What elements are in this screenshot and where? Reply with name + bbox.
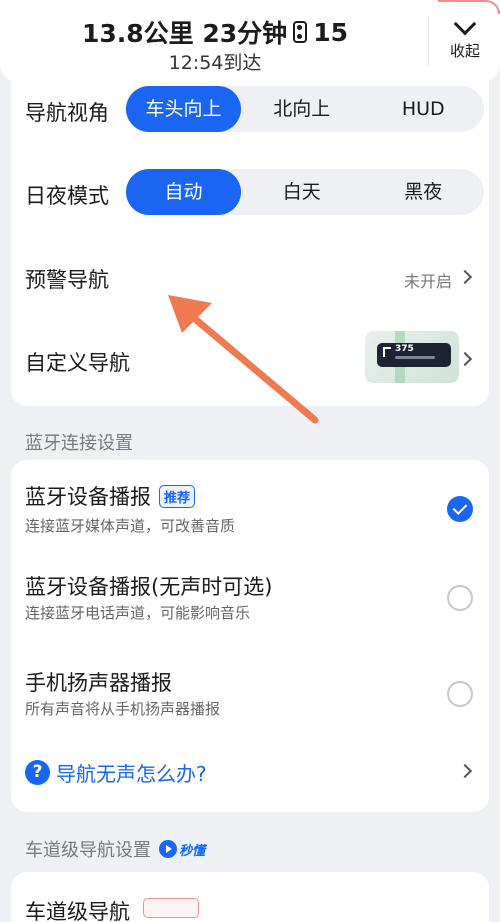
chevron-right-icon	[457, 351, 473, 367]
bt-option-title-text: 蓝牙设备播报	[25, 485, 151, 509]
bt-option-subtitle: 连接蓝牙媒体声道，可改善音质	[25, 517, 236, 535]
distance-time: 13.8公里 23分钟	[82, 19, 288, 48]
bluetooth-card: 蓝牙设备播报 推荐 连接蓝牙媒体声道，可改善音质 蓝牙设备播报(无声时可选) 连…	[11, 460, 489, 812]
turn-left-icon	[383, 347, 391, 357]
bt-option-title: 蓝牙设备播报(无声时可选)	[25, 575, 273, 599]
checkbox-checked-icon[interactable]	[447, 496, 473, 522]
custom-nav-preview-image: 375	[365, 331, 459, 383]
route-summary: 13.8公里 23分钟 15	[0, 14, 430, 50]
bluetooth-section-title: 蓝牙连接设置	[25, 433, 133, 454]
day-night-label: 日夜模式	[25, 184, 109, 208]
play-icon	[159, 840, 177, 858]
nav-view-segmented: 车头向上 北向上 HUD	[126, 86, 484, 132]
route-header: 13.8公里 23分钟 15 12:54到达 收起	[0, 0, 500, 82]
lane-nav-badge	[143, 898, 199, 918]
chevron-down-icon	[453, 12, 477, 36]
warning-nav-status: 未开启	[404, 272, 453, 291]
traffic-light-icon	[293, 21, 308, 43]
day-night-option-day[interactable]: 白天	[241, 169, 363, 215]
traffic-light-count: 15	[313, 17, 348, 47]
preview-distance: 375	[395, 344, 414, 354]
bt-option-title: 蓝牙设备播报 推荐	[25, 481, 196, 511]
collapse-label: 收起	[449, 42, 480, 60]
nav-view-label: 导航视角	[25, 101, 109, 125]
chevron-right-icon	[457, 763, 473, 779]
help-link: ? 导航无声怎么办?	[25, 758, 207, 787]
nav-view-option-heading-up[interactable]: 车头向上	[126, 86, 241, 132]
collapse-button[interactable]: 收起	[430, 12, 500, 72]
bt-option-phone[interactable]: 蓝牙设备播报(无声时可选) 连接蓝牙电话声道，可能影响音乐	[11, 554, 489, 642]
lane-section-title-text: 车道级导航设置	[25, 840, 151, 861]
lane-card: 车道级导航	[11, 872, 489, 922]
preview-text-line	[395, 356, 435, 359]
quick-guide-label: 秒懂	[179, 843, 206, 859]
bt-option-subtitle: 连接蓝牙电话声道，可能影响音乐	[25, 604, 251, 622]
custom-nav-label: 自定义导航	[25, 351, 130, 375]
lane-section-title: 车道级导航设置 秒懂	[25, 836, 212, 862]
nav-view-option-north-up[interactable]: 北向上	[241, 86, 363, 132]
bt-option-subtitle: 所有声音将从手机扬声器播报	[25, 700, 221, 718]
route-edge-decoration	[438, 0, 500, 14]
warning-nav-label: 预警导航	[25, 268, 109, 292]
nav-view-option-hud[interactable]: HUD	[363, 86, 485, 132]
recommend-badge: 推荐	[159, 484, 196, 508]
bt-option-media[interactable]: 蓝牙设备播报 推荐 连接蓝牙媒体声道，可改善音质	[11, 460, 489, 548]
lane-nav-label: 车道级导航	[25, 900, 130, 922]
day-night-option-night[interactable]: 黑夜	[363, 169, 485, 215]
chevron-right-icon	[457, 269, 473, 285]
arrival-time: 12:54到达	[168, 52, 262, 74]
no-sound-help-row[interactable]: ? 导航无声怎么办?	[11, 745, 489, 795]
day-night-option-auto[interactable]: 自动	[126, 169, 241, 215]
bt-option-speaker[interactable]: 手机扬声器播报 所有声音将从手机扬声器播报	[11, 650, 489, 738]
quick-guide-badge[interactable]: 秒懂	[157, 838, 212, 860]
checkbox-unchecked-icon[interactable]	[447, 585, 473, 611]
day-night-segmented: 自动 白天 黑夜	[126, 169, 484, 215]
question-icon: ?	[25, 760, 50, 785]
header-divider	[428, 16, 429, 66]
bt-option-title: 手机扬声器播报	[25, 671, 172, 695]
annotation-arrow-icon	[168, 295, 319, 424]
checkbox-unchecked-icon[interactable]	[447, 681, 473, 707]
help-text: 导航无声怎么办?	[56, 762, 207, 786]
